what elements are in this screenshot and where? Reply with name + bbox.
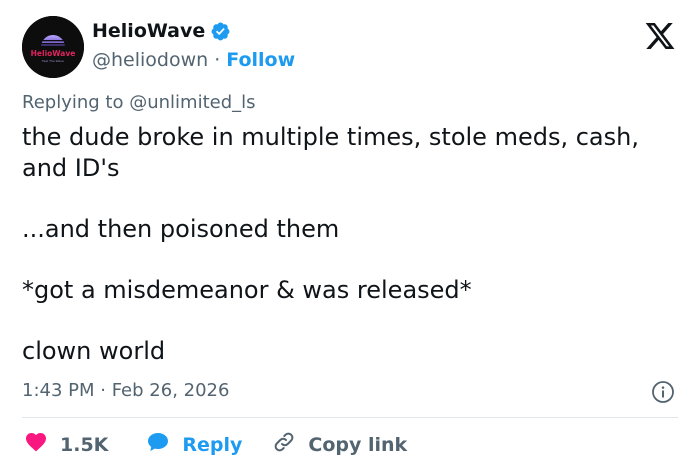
tweet-line: *got a misdemeanor & was released* [22,276,472,304]
author-name-row[interactable]: HelioWave [92,20,231,42]
speech-bubble-icon [146,430,170,459]
tweet-line: clown world [22,337,166,365]
info-icon[interactable] [651,380,675,404]
reply-prefix: Replying to [22,92,124,113]
timestamp-link[interactable]: 1:43 PM · Feb 26, 2026 [22,380,229,401]
avatar-subtext: Feel The Wave [42,59,64,63]
copy-link-label: Copy link [308,433,408,456]
action-bar: 1.5K Reply Copy link [24,430,407,459]
reply-label: Reply [182,433,243,456]
tweet-text: the dude broke in multiple times, stole … [22,122,672,367]
author-name[interactable]: HelioWave [92,20,205,42]
heart-icon [24,430,48,459]
follow-button[interactable]: Follow [226,49,295,71]
x-logo-icon[interactable] [643,20,677,52]
tweet-line: the dude broke in multiple times, stole … [22,123,639,182]
link-icon [272,430,296,459]
copy-link-button[interactable]: Copy link [272,430,407,459]
tweet-line: ...and then poisoned them [22,215,340,243]
like-button[interactable]: 1.5K [24,430,108,459]
author-handle[interactable]: @heliodown [92,49,208,71]
handle-row: @heliodown · Follow [92,49,295,71]
avatar[interactable]: HelioWave Feel The Wave [22,16,84,78]
heliowave-logo: HelioWave Feel The Wave [22,16,84,78]
verified-badge-icon [210,21,231,42]
separator-dot: · [214,49,221,71]
divider [22,417,678,418]
like-count: 1.5K [60,433,109,456]
tweet-card: HelioWave Feel The Wave HelioWave @helio… [0,0,700,471]
reply-target-link[interactable]: @unlimited_ls [129,92,255,113]
reply-context: Replying to @unlimited_ls [22,92,256,113]
avatar-text: HelioWave [31,49,76,58]
reply-button[interactable]: Reply [146,430,242,459]
